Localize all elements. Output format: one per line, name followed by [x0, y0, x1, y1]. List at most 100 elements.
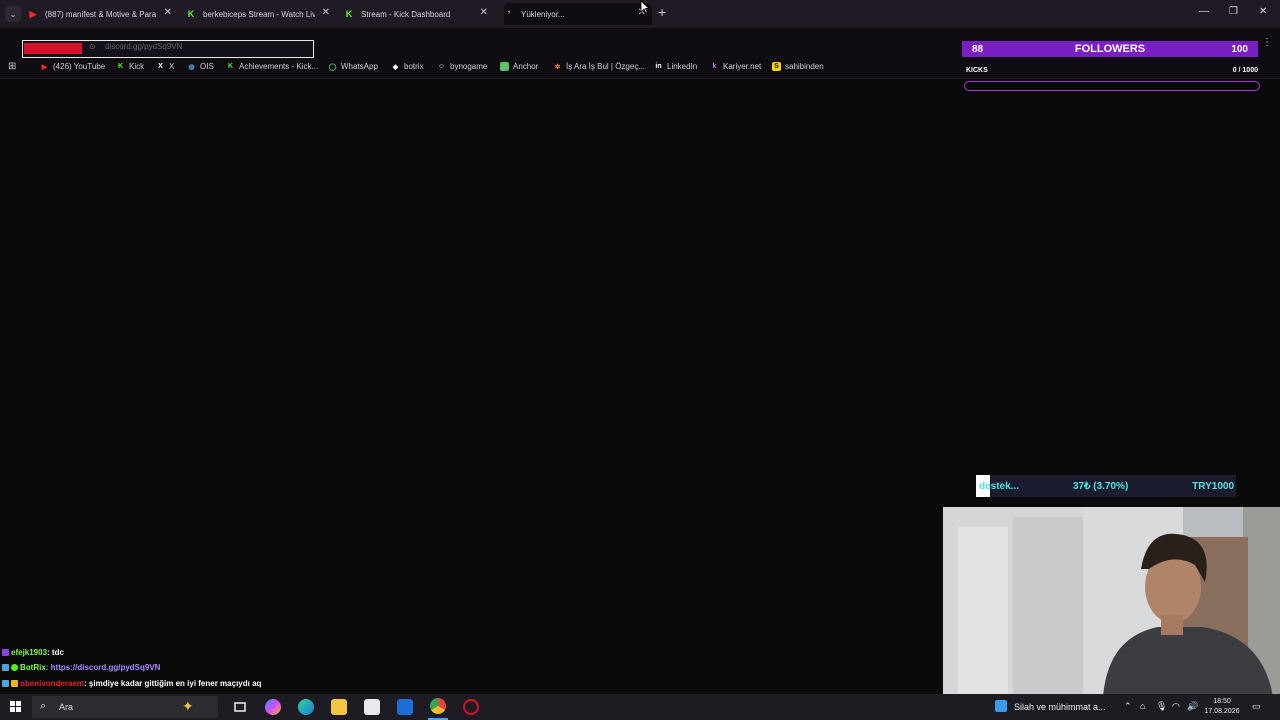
kariyernet-icon: k: [712, 63, 717, 70]
network-icon[interactable]: ⌂: [1140, 701, 1145, 711]
donation-target: TRY1000: [1192, 481, 1234, 492]
task-view-icon[interactable]: [232, 699, 248, 715]
news-widget-text[interactable]: Silah ve mühimmat a...: [1014, 702, 1106, 712]
bookmark-ois[interactable]: ◍ OIS: [187, 62, 214, 71]
botrix-icon: ◆: [392, 63, 399, 71]
kick-icon: K: [227, 63, 234, 70]
badge-icon: [11, 664, 18, 671]
minimize-icon[interactable]: —: [1199, 6, 1209, 17]
sparkle-icon: ✦: [182, 698, 194, 714]
chat-message: efejk1903 : tdc: [2, 648, 64, 657]
close-icon[interactable]: ✕: [480, 7, 488, 18]
sahibinden-icon: S: [772, 62, 781, 71]
chat-text: : şimdiye kadar gittiğim en iyi fener ma…: [84, 679, 262, 688]
bookmark-whatsapp[interactable]: ◯ WhatsApp: [328, 62, 378, 71]
bookmark-kariyernet[interactable]: k Kariyer.net: [710, 62, 762, 71]
obs-icon[interactable]: [463, 699, 479, 715]
donation-label: destek...: [979, 481, 1020, 492]
bookmark-botrix[interactable]: ◆ botrix: [391, 62, 424, 71]
tab-kick-dashboard[interactable]: K Stream - Kick Dashboard ✕: [344, 3, 494, 25]
store-icon[interactable]: [364, 699, 380, 715]
kariyer-icon: ✲: [554, 63, 561, 71]
menu-icon[interactable]: ⋮: [1262, 37, 1272, 48]
kicks-progress-bar: [964, 81, 1260, 91]
loading-icon: ʼ: [507, 9, 511, 19]
tab-youtube[interactable]: ▶ (887) manifest & Motive & Para ✕: [28, 3, 178, 25]
bookmark-label: (426) YouTube: [53, 62, 106, 71]
badge-icon: [2, 649, 9, 656]
bot-badge-icon: [2, 664, 9, 671]
bookmark-label: Kick: [129, 62, 145, 71]
chat-message: obenivonderaem : şimdiye kadar gittiğim …: [2, 679, 261, 688]
bookmark-linkedin[interactable]: in LinkedIn: [654, 62, 697, 71]
bookmark-x[interactable]: XX: [156, 62, 174, 71]
bynogame-icon: ☺: [437, 63, 446, 70]
mail-icon[interactable]: [397, 699, 413, 715]
kick-icon: K: [187, 9, 195, 19]
chevron-up-icon[interactable]: ⌃: [1124, 701, 1132, 712]
bookmark-bynogame[interactable]: ☺ bynogame: [437, 62, 487, 71]
chat-username: BotRix: [20, 663, 46, 672]
chat-username: obenivonderaem: [20, 679, 85, 688]
volume-icon[interactable]: 🔊: [1187, 701, 1198, 712]
site-info-icon[interactable]: ⊙: [89, 42, 96, 51]
tab-title: Stream - Kick Dashboard: [361, 9, 451, 19]
start-button[interactable]: [10, 701, 22, 713]
wifi-icon[interactable]: ◠: [1172, 701, 1180, 712]
donation-goal-bar: destek... 37₺ (3.70%) TRY1000: [976, 475, 1236, 497]
close-icon[interactable]: ✕: [164, 7, 172, 18]
address-bar[interactable]: ⊙ discord.gg/pydSq9VN: [22, 40, 314, 58]
bookmark-label: Achievements - Kick...: [239, 62, 319, 71]
webcam-feed: [943, 507, 1280, 697]
bookmark-anchor[interactable]: ⚓ Anchor: [500, 62, 538, 71]
chrome-icon[interactable]: [430, 698, 446, 714]
donation-amount: 37₺ (3.70%): [1073, 481, 1129, 492]
whatsapp-icon: ◯: [328, 63, 337, 71]
search-icon: ⌕: [40, 700, 47, 712]
microphone-icon[interactable]: 🎙: [1156, 701, 1167, 712]
new-tab-button[interactable]: +: [658, 4, 666, 20]
bookmark-label: X: [169, 62, 175, 71]
kicks-count: 0 / 1000: [1232, 67, 1258, 74]
bookmark-label: Anchor: [513, 62, 539, 71]
bookmark-kariyer[interactable]: ✲ İş Ara İş Bul | Özgeç...: [553, 62, 645, 71]
window-close-icon[interactable]: ✕: [1259, 6, 1267, 17]
tab-loading[interactable]: ʼ Yükleniyor... ✕: [504, 3, 652, 25]
followers-label: FOLLOWERS: [1074, 43, 1146, 55]
notification-icon[interactable]: ▭: [1252, 701, 1261, 712]
tab-search-button[interactable]: ⌄: [5, 6, 21, 22]
restore-icon[interactable]: ❐: [1229, 6, 1238, 17]
system-clock[interactable]: 18:50 17.08.2026: [1200, 697, 1244, 717]
kicks-label: KICKS: [966, 67, 988, 74]
copilot-icon[interactable]: [265, 699, 281, 715]
chat-text: : tdc: [47, 648, 64, 657]
taskbar-search[interactable]: ⌕ Ara ✦: [32, 696, 218, 718]
close-icon[interactable]: ✕: [322, 7, 330, 18]
followers-current: 88: [972, 44, 984, 55]
tab-kick-watch[interactable]: K berkebiceps Stream - Watch Live ✕: [186, 3, 336, 25]
bookmark-achievements[interactable]: K Achievements - Kick...: [226, 62, 318, 71]
bookmark-label: OIS: [200, 62, 214, 71]
anchor-icon: ⚓: [500, 62, 509, 71]
gift-badge-icon: [11, 680, 18, 687]
bookmark-label: İş Ara İş Bul | Özgeç...: [566, 62, 645, 71]
kick-icon: K: [117, 63, 124, 70]
chat-username: efejk1903: [11, 648, 48, 657]
bookmark-label: Kariyer.net: [723, 62, 762, 71]
youtube-icon: ▶: [41, 63, 48, 71]
chat-overlay: efejk1903 : tdc BotRix : https://discord…: [0, 645, 320, 693]
tab-title: (887) manifest & Motive & Para: [45, 9, 157, 19]
windows-taskbar: ⌕ Ara ✦ Silah ve mühimmat a... ⌃ ⌂ 🎙 ◠ 🔊…: [0, 694, 1280, 720]
search-placeholder: Ara: [59, 702, 74, 712]
edge-icon[interactable]: [298, 699, 314, 715]
file-explorer-icon[interactable]: [331, 699, 347, 715]
followers-goal-bar: FOLLOWERS 88 100: [962, 41, 1258, 57]
bookmark-kick[interactable]: K Kick: [116, 62, 144, 71]
clock-date: 17.08.2026: [1204, 708, 1240, 715]
bookmark-sahibinden[interactable]: Ssahibinden: [772, 62, 824, 71]
apps-grid-icon[interactable]: ⊞: [8, 61, 16, 72]
bookmark-youtube[interactable]: ▶ (426) YouTube: [40, 62, 105, 71]
tab-title: Yükleniyor...: [521, 9, 565, 19]
tab-title: berkebiceps Stream - Watch Live: [203, 9, 315, 19]
bookmark-label: bynogame: [450, 62, 488, 71]
